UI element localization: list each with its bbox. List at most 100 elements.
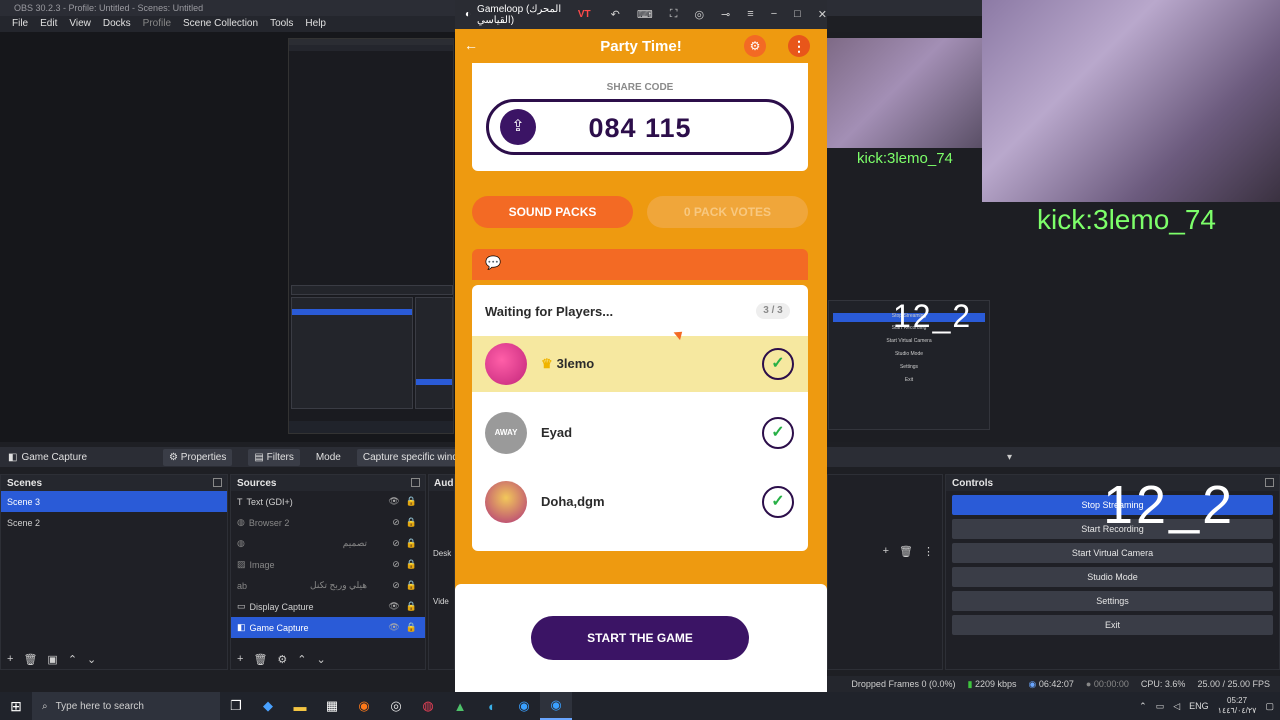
chrome-icon[interactable]: ◎ (380, 692, 412, 720)
undock-icon[interactable] (1265, 478, 1274, 487)
player-row[interactable]: AWAY Eyad ✓ (472, 405, 808, 461)
chevron-down-icon[interactable]: ⌄ (317, 653, 326, 666)
source-item[interactable]: ab هيلي وربح تكنل ⊘ 🔒 (231, 575, 425, 596)
trash-icon[interactable]: 🗑 (899, 545, 913, 558)
close-icon[interactable]: ✕ (818, 8, 827, 21)
pin-icon[interactable]: ⊸ (721, 8, 730, 21)
transitions-footer: + 🗑 ⋮ (828, 541, 942, 561)
eye-icon[interactable]: 👁 (388, 496, 399, 507)
start-virtual-camera-button[interactable]: Start Virtual Camera (952, 543, 1273, 563)
lock-icon[interactable]: 🔒 (406, 622, 417, 633)
task-view-icon[interactable]: ❐ (220, 692, 252, 720)
active-app-icon[interactable]: ◉ (540, 692, 572, 720)
eye-off-icon[interactable]: ⊘ (392, 538, 400, 549)
gameloop-icon[interactable]: ▲ (444, 692, 476, 720)
add-icon[interactable]: + (883, 545, 889, 557)
chevron-down-icon[interactable]: ⌄ (87, 653, 96, 666)
settings-button[interactable]: Settings (952, 591, 1273, 611)
chevron-up-icon[interactable]: ⌃ (1139, 701, 1147, 712)
source-item[interactable]: T Text (GDI+) 👁 🔒 (231, 491, 425, 512)
taskbar-search[interactable]: ⌕ Type here to search (32, 692, 220, 720)
menu-docks[interactable]: Docks (97, 16, 137, 32)
share-code-box[interactable]: ⇪ 084 115 (486, 99, 794, 155)
gamepad-icon[interactable]: ◎ (694, 8, 704, 21)
menu-file[interactable]: File (6, 16, 34, 32)
minimize-icon[interactable]: − (771, 8, 777, 21)
eye-off-icon[interactable]: ⊘ (392, 580, 400, 591)
menu-profile[interactable]: Profile (137, 16, 177, 32)
lock-icon[interactable]: 🔒 (406, 580, 417, 591)
network-icon[interactable]: ▭ (1156, 701, 1165, 712)
undo-icon[interactable]: ↶ (611, 8, 620, 21)
windows-start-icon[interactable]: ⊞ (0, 698, 32, 715)
lock-icon[interactable]: 🔒 (406, 559, 417, 570)
exit-button[interactable]: Exit (952, 615, 1273, 635)
chevron-down-icon[interactable]: ▾ (1007, 452, 1012, 463)
more-vertical-icon[interactable]: ⋮ (788, 35, 810, 57)
lock-icon[interactable]: 🔒 (406, 538, 417, 549)
notification-icon[interactable]: ▢ (1265, 701, 1274, 712)
menu-icon[interactable]: ≡ (747, 8, 753, 21)
menu-help[interactable]: Help (299, 16, 332, 32)
obs-icon[interactable]: ◉ (508, 692, 540, 720)
more-vertical-icon[interactable]: ⋮ (923, 545, 934, 558)
trash-icon[interactable]: 🗑 (23, 653, 37, 666)
signal-icon: ▮ (967, 678, 973, 689)
volume-icon[interactable]: ◁ (1173, 701, 1180, 712)
firefox-icon[interactable]: ◉ (348, 692, 380, 720)
scene-item[interactable]: Scene 2 (1, 512, 227, 533)
lock-icon[interactable]: 🔒 (406, 496, 417, 507)
player-row[interactable]: ♛ 3lemo ✓ (472, 336, 808, 392)
trash-icon[interactable]: 🗑 (253, 653, 267, 666)
eye-icon[interactable]: 👁 (388, 622, 399, 633)
scene-item[interactable]: Scene 3 (1, 491, 227, 512)
gear-icon[interactable]: ⚙ (277, 653, 287, 666)
eye-icon[interactable]: 👁 (388, 601, 399, 612)
menu-scene-collection[interactable]: Scene Collection (177, 16, 264, 32)
source-item[interactable]: ◧ Game Capture 👁 🔒 (231, 617, 425, 638)
game-app-icon[interactable]: ◍ (412, 692, 444, 720)
pack-votes-button[interactable]: 0 PACK VOTES (647, 196, 808, 228)
chat-bar[interactable]: 💬 (472, 249, 808, 280)
nested-sources-dock (415, 297, 453, 409)
check-icon: ✓ (762, 417, 794, 449)
app-icon[interactable]: ◆ (252, 692, 284, 720)
lock-icon[interactable]: 🔒 (406, 601, 417, 612)
edge-icon[interactable]: ◐ (476, 692, 508, 720)
gameloop-title-bar: ◐ Gameloop (المحرك القياسي) VT ↶ ⌨ ⛶ ◎ ⊸… (455, 0, 827, 29)
source-item[interactable]: ◍ Browser 2 ⊘ 🔒 (231, 512, 425, 533)
properties-button[interactable]: ⚙ Properties (163, 448, 233, 466)
fullscreen-icon[interactable]: ⛶ (670, 8, 678, 21)
share-code-card: SHARE CODE ⇪ 084 115 (472, 63, 808, 171)
undock-icon[interactable] (411, 478, 420, 487)
file-explorer-icon[interactable]: ▬ (284, 692, 316, 720)
lock-icon[interactable]: 🔒 (406, 517, 417, 528)
undock-icon[interactable] (213, 478, 222, 487)
eye-off-icon[interactable]: ⊘ (392, 517, 400, 528)
keyboard-icon[interactable]: ⌨ (637, 8, 653, 21)
gear-icon[interactable]: ⚙ (744, 35, 766, 57)
eye-off-icon[interactable]: ⊘ (392, 559, 400, 570)
filter-icon[interactable]: ▣ (47, 653, 57, 666)
chevron-up-icon[interactable]: ⌃ (297, 653, 306, 666)
studio-mode-button[interactable]: Studio Mode (952, 567, 1273, 587)
start-game-button[interactable]: START THE GAME (531, 616, 749, 660)
tray-language[interactable]: ENG (1189, 701, 1209, 711)
source-item[interactable]: ▨ Image ⊘ 🔒 (231, 554, 425, 575)
sound-packs-button[interactable]: SOUND PACKS (472, 196, 633, 228)
menu-tools[interactable]: Tools (264, 16, 299, 32)
tray-clock[interactable]: 05:27 ١٤٤٦/٠٤/٢٧ (1218, 696, 1257, 716)
filters-button[interactable]: ▤ Filters (248, 448, 300, 466)
player-row[interactable]: Doha,dgm ✓ (472, 474, 808, 530)
maximize-icon[interactable]: □ (794, 8, 801, 21)
system-tray: ⌃ ▭ ◁ ENG 05:27 ١٤٤٦/٠٤/٢٧ ▢ (1139, 696, 1280, 716)
menu-view[interactable]: View (63, 16, 97, 32)
source-item[interactable]: ◍ تصميم ⊘ 🔒 (231, 533, 425, 554)
source-item[interactable]: ▭ Display Capture 👁 🔒 (231, 596, 425, 617)
store-icon[interactable]: ▦ (316, 692, 348, 720)
chevron-up-icon[interactable]: ⌃ (68, 653, 77, 666)
scenes-footer: + 🗑 ▣ ⌃ ⌄ (1, 649, 227, 669)
add-icon[interactable]: + (7, 653, 13, 665)
menu-edit[interactable]: Edit (34, 16, 63, 32)
add-icon[interactable]: + (237, 653, 243, 665)
